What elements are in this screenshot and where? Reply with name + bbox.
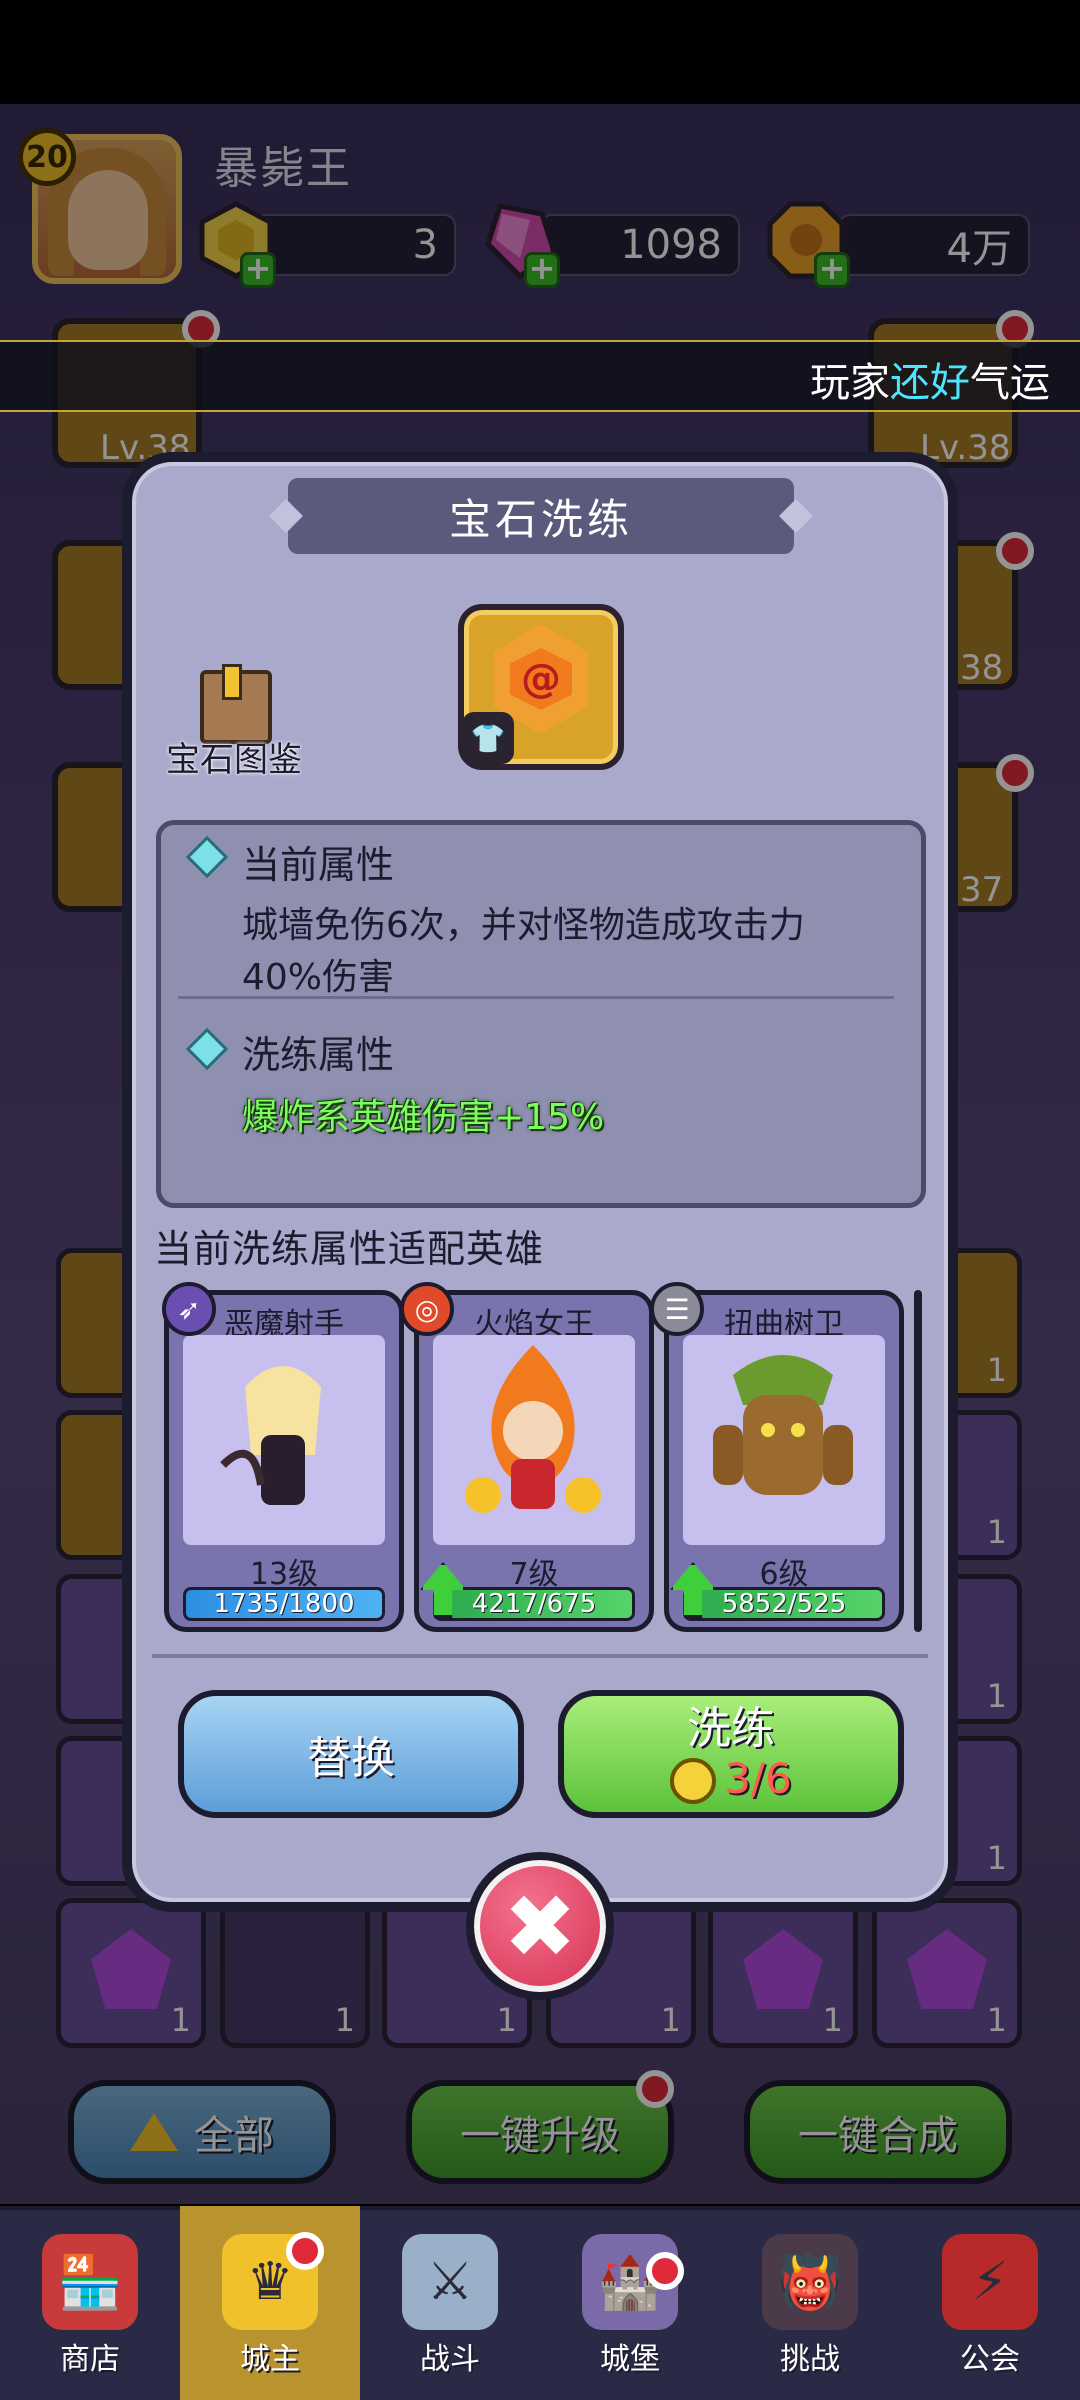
hero-progress-bar: 5852/525 xyxy=(683,1587,885,1621)
refine-button[interactable]: 洗练 3/6 xyxy=(558,1690,904,1818)
current-attr-title: 当前属性 xyxy=(242,843,395,887)
nav-guild[interactable]: ⚡ 公会 xyxy=(900,2206,1080,2400)
current-attr-text: 城墙免伤6次，并对怪物造成攻击力40%伤害 xyxy=(242,905,805,998)
notification-dot xyxy=(286,2232,324,2270)
close-button[interactable]: ✖ xyxy=(466,1852,614,2000)
hero-portrait xyxy=(433,1335,635,1545)
wash-attr-title: 洗练属性 xyxy=(242,1033,395,1077)
divider xyxy=(152,1654,928,1658)
hero-progress-bar: 4217/675 xyxy=(433,1587,635,1621)
wash-attr-text: 爆炸系英雄伤害+15% xyxy=(242,1097,605,1138)
divider xyxy=(178,996,894,999)
banner-icon: ⚡ xyxy=(942,2234,1038,2330)
shop-icon: 🏪 xyxy=(42,2234,138,2330)
hero-portrait xyxy=(183,1335,385,1545)
bookmark-icon xyxy=(222,664,242,700)
nav-castle[interactable]: 🏰 城堡 xyxy=(540,2206,720,2400)
nav-shop[interactable]: 🏪 商店 xyxy=(0,2206,180,2400)
heroes-section-title: 当前洗练属性适配英雄 xyxy=(154,1227,545,1271)
swords-icon: ⚔ xyxy=(402,2234,498,2330)
dialog-title: 宝石洗练 xyxy=(288,478,794,554)
hero-card[interactable]: 恶魔射手 13级 1735/1800 xyxy=(164,1290,404,1632)
nav-challenge[interactable]: 👹 挑战 xyxy=(720,2206,900,2400)
gem-book-label[interactable]: 宝石图鉴 xyxy=(166,732,302,781)
replace-button[interactable]: 替换 xyxy=(178,1690,524,1818)
gold-gem-icon xyxy=(670,1758,717,1804)
nav-lord[interactable]: ♛ 城主 xyxy=(180,2206,360,2400)
ticker-text: 玩家还好气运 xyxy=(810,360,1050,406)
archer-class-icon: ➶ xyxy=(162,1282,216,1336)
armor-icon: 👕 xyxy=(462,712,514,764)
demon-icon: 👹 xyxy=(762,2234,858,2330)
hero-progress-bar: 1735/1800 xyxy=(183,1587,385,1621)
next-card-edge xyxy=(914,1290,922,1632)
fire-class-icon: ◎ xyxy=(400,1282,454,1336)
swirl-icon: @ xyxy=(521,656,561,702)
notification-dot xyxy=(646,2252,684,2290)
helmet-class-icon: ☰ xyxy=(650,1282,704,1336)
nav-battle[interactable]: ⚔ 战斗 xyxy=(360,2206,540,2400)
hero-portrait xyxy=(683,1335,885,1545)
